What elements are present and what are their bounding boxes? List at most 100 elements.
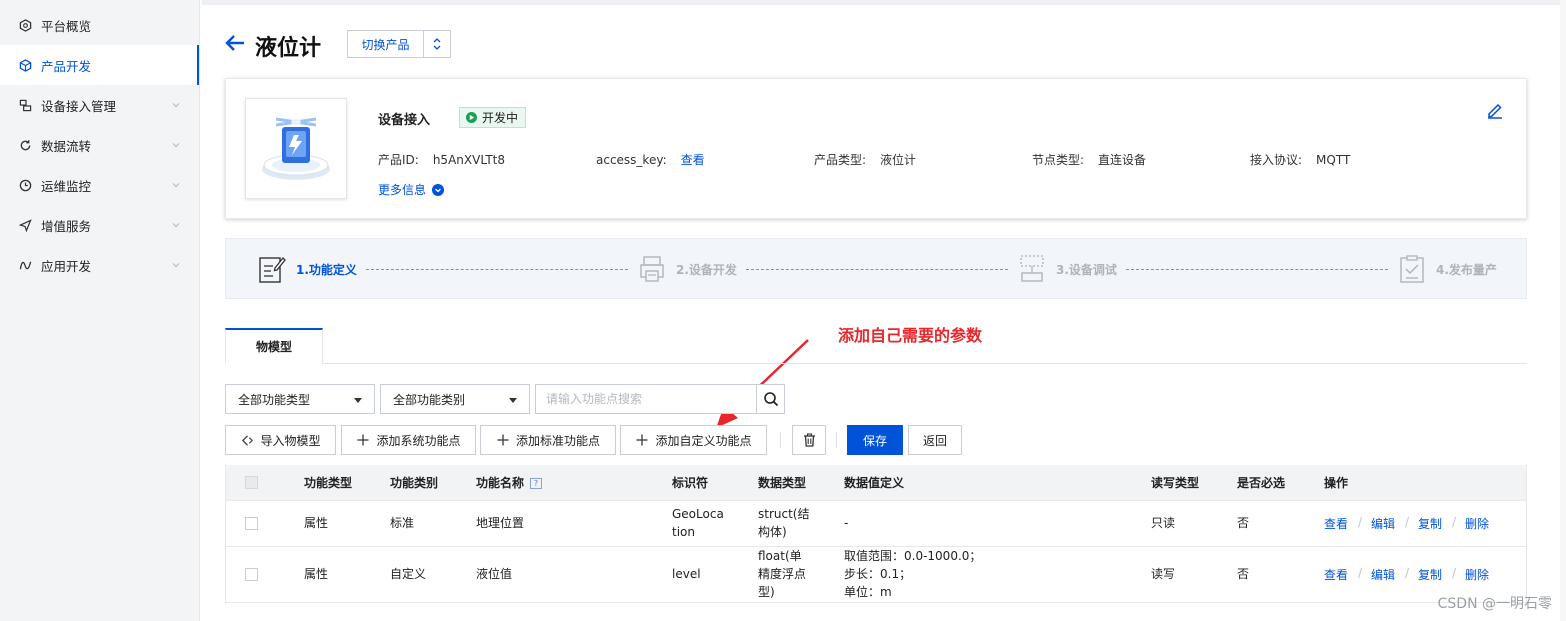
add-standard-function-button[interactable]: 添加标准功能点: [480, 425, 616, 455]
chevron-down-icon: [172, 263, 180, 268]
sidebar-item-device-access[interactable]: 设备接入管理: [0, 85, 199, 125]
switch-product-label: 切换产品: [361, 37, 410, 52]
import-icon: [240, 433, 254, 447]
switch-product-select[interactable]: 切换产品: [347, 30, 451, 58]
row-checkbox[interactable]: [245, 517, 258, 530]
sidebar-item-app-dev[interactable]: 应用开发: [0, 245, 199, 285]
cell-required: 否: [1237, 516, 1250, 530]
sidebar-item-ops-monitor[interactable]: 运维监控: [0, 165, 199, 205]
view-link[interactable]: 查看: [1324, 566, 1348, 583]
edit-icon[interactable]: [1486, 101, 1504, 119]
step-connector: [1126, 269, 1388, 270]
cell-rw: 读写: [1151, 567, 1176, 581]
function-table: 功能类型 功能类别 功能名称? 标识符 数据类型 数据值定义 读写类型 是否必选…: [225, 465, 1527, 603]
back-button[interactable]: 返回: [908, 425, 962, 455]
cube-icon: [18, 58, 32, 72]
select-all-checkbox[interactable]: [245, 476, 258, 489]
sidebar-item-product-dev[interactable]: 产品开发: [0, 45, 199, 85]
device-illustration-icon: [262, 117, 330, 180]
refresh-icon: [18, 138, 32, 152]
step-device-dev[interactable]: 2.设备开发: [638, 254, 737, 284]
copy-link[interactable]: 复制: [1418, 566, 1442, 583]
column-header: 数据类型: [758, 476, 807, 490]
network-icon: [1020, 255, 1044, 282]
cell-name: 地理位置: [476, 516, 525, 530]
button-label: 添加标准功能点: [515, 433, 600, 448]
access-title: 设备接入: [378, 113, 431, 128]
op-separator: /: [1405, 515, 1410, 529]
op-separator: /: [1358, 515, 1363, 529]
chevron-down-icon: [172, 183, 180, 188]
row-checkbox[interactable]: [245, 568, 258, 581]
delete-link[interactable]: 删除: [1465, 515, 1489, 532]
search-button[interactable]: [756, 384, 785, 414]
cell-line: 精度浮点: [758, 567, 807, 581]
step-label: 4.发布量产: [1436, 262, 1497, 277]
select-value: 全部功能类型: [238, 392, 311, 407]
op-separator: /: [1358, 566, 1363, 580]
add-custom-function-button[interactable]: 添加自定义功能点: [620, 425, 767, 455]
copy-link[interactable]: 复制: [1418, 515, 1442, 532]
cell-rw: 只读: [1151, 516, 1176, 530]
view-link[interactable]: 查看: [1324, 515, 1348, 532]
button-label: 添加系统功能点: [376, 433, 461, 448]
cell-definition: 取值范围：0.0-1000.0； 步长：0.1； 单位：m: [844, 547, 981, 601]
help-icon[interactable]: ?: [530, 478, 543, 489]
cell-line: tion: [672, 525, 695, 539]
send-icon: [18, 218, 32, 232]
back-arrow-icon[interactable]: [224, 32, 246, 54]
cell-name: 液位值: [476, 567, 513, 581]
scrollbar[interactable]: [1560, 0, 1566, 621]
function-type-select[interactable]: 全部功能类型: [225, 384, 375, 414]
sidebar-item-data-flow[interactable]: 数据流转: [0, 125, 199, 165]
step-release[interactable]: 4.发布量产: [1398, 254, 1497, 284]
column-header: 读写类型: [1151, 476, 1200, 490]
plus-icon: [635, 433, 649, 447]
step-device-debug[interactable]: 3.设备调试: [1018, 254, 1117, 284]
field-key: 产品ID:: [378, 153, 419, 167]
field-key: 接入协议:: [1250, 153, 1303, 167]
field-key: 产品类型:: [814, 153, 867, 167]
chevron-down-icon: [432, 183, 445, 196]
tab-thing-model[interactable]: 物模型: [225, 328, 323, 364]
function-search-input[interactable]: [535, 384, 757, 414]
more-info-toggle[interactable]: 更多信息: [378, 181, 445, 198]
annotation-text: 添加自己需要的参数: [838, 326, 983, 345]
edit-link[interactable]: 编辑: [1371, 566, 1395, 583]
sidebar-item-value-added[interactable]: 增值服务: [0, 205, 199, 245]
cell-line: 步长：0.1；: [844, 567, 912, 581]
field-value: 液位计: [880, 153, 917, 167]
add-system-function-button[interactable]: 添加系统功能点: [341, 425, 476, 455]
play-icon: [466, 112, 477, 123]
cell-line: 取值范围：0.0-1000.0；: [844, 549, 982, 563]
sidebar-item-label: 应用开发: [41, 258, 92, 274]
save-button[interactable]: 保存: [847, 425, 903, 455]
updown-icon: [423, 31, 450, 57]
step-label: 3.设备调试: [1056, 262, 1117, 277]
sidebar-item-label: 平台概览: [41, 18, 92, 34]
step-function-definition[interactable]: 1.功能定义: [258, 254, 357, 284]
delete-link[interactable]: 删除: [1465, 566, 1489, 583]
document-edit-icon: [259, 257, 286, 283]
sidebar-item-label: 设备接入管理: [41, 98, 117, 114]
function-category-select[interactable]: 全部功能类别: [380, 384, 530, 414]
top-strip: [202, 0, 1566, 5]
column-header: 功能类别: [390, 476, 439, 490]
field-key: access_key:: [596, 153, 667, 167]
button-label: 导入物模型: [260, 433, 321, 448]
import-model-button[interactable]: 导入物模型: [225, 425, 336, 455]
step-label: 2.设备开发: [676, 262, 737, 277]
cell-category: 标准: [390, 516, 415, 530]
field-value: 直连设备: [1098, 153, 1147, 167]
column-header: 标识符: [672, 476, 709, 490]
cell-identifier: GeoLoca tion: [672, 505, 724, 541]
op-separator: /: [1452, 515, 1457, 529]
sidebar-item-label: 运维监控: [41, 178, 92, 194]
view-access-key-link[interactable]: 查看: [681, 153, 705, 167]
sidebar-item-platform-overview[interactable]: 平台概览: [0, 5, 199, 45]
caret-down-icon: [354, 398, 362, 403]
table-row: 属性 自定义 液位值 level float(单 精度浮点 型) 取值范围：0.…: [226, 547, 1526, 603]
delete-button[interactable]: [792, 425, 826, 455]
edit-link[interactable]: 编辑: [1371, 515, 1395, 532]
cell-line: 单位：m: [844, 585, 892, 599]
